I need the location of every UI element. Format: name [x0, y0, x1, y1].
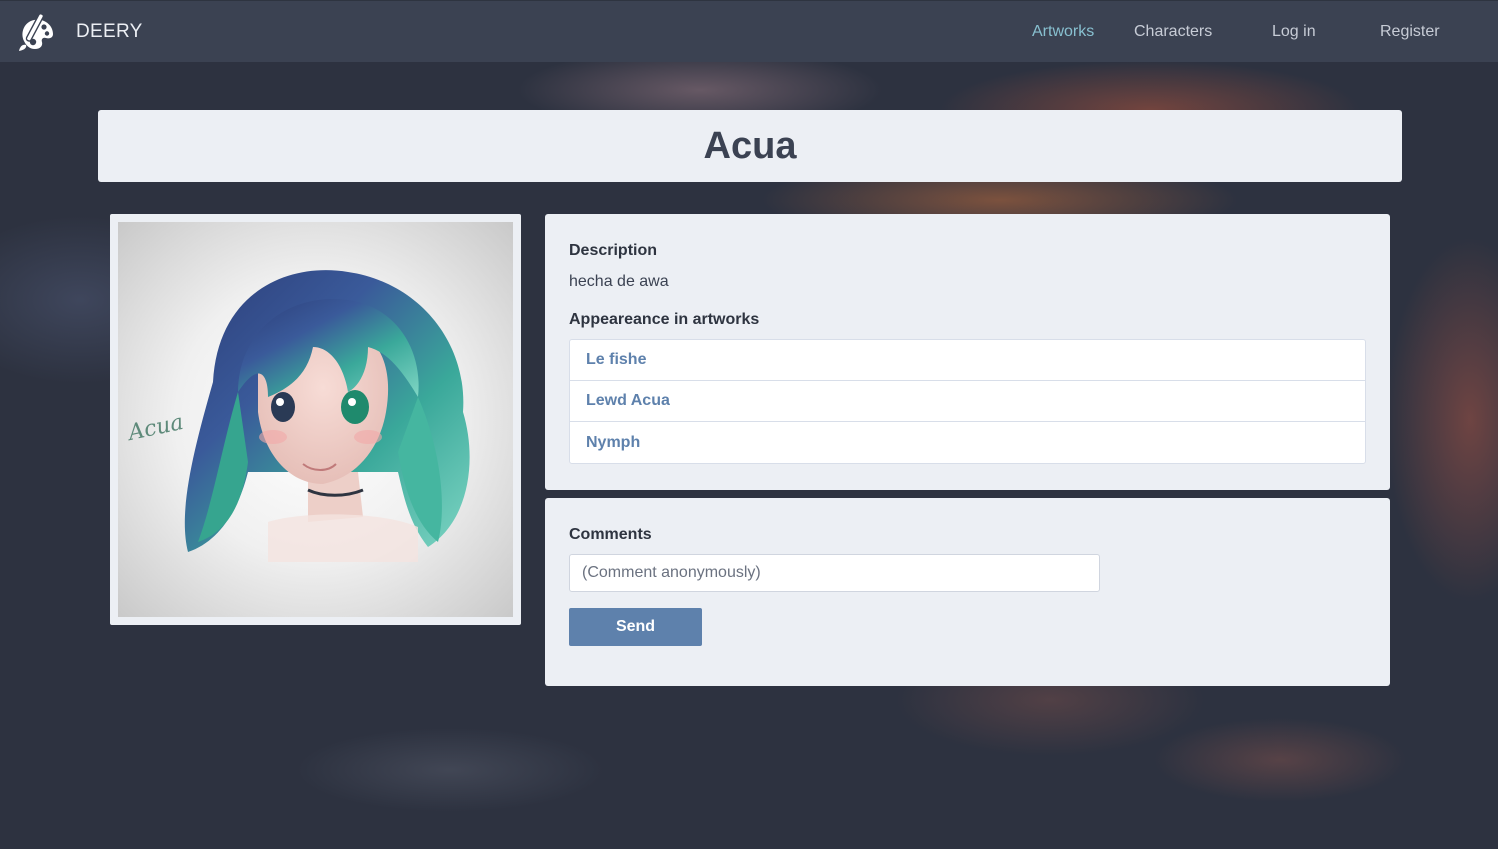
comments-label: Comments [569, 526, 652, 543]
list-item[interactable]: Le fishe [570, 340, 1365, 381]
appearances-label: Appeareance in artworks [569, 311, 760, 328]
brand-name: DEERY [76, 21, 143, 42]
description-label: Description [569, 242, 658, 259]
nav-link-register[interactable]: Register [1380, 23, 1440, 41]
artist-signature: Acua [124, 410, 185, 446]
artwork-link[interactable]: Le fishe [586, 351, 646, 369]
character-portrait-illustration: Acua [124, 270, 470, 562]
artwork-list: Le fishe Lewd Acua Nymph [569, 339, 1366, 464]
character-title-card: Acua [98, 110, 1402, 182]
list-item[interactable]: Nymph [570, 422, 1365, 463]
top-navbar: DEERY Artworks Characters Log in Registe… [0, 0, 1498, 62]
page-title: Acua [703, 124, 797, 167]
character-image-card: Acua [110, 214, 521, 625]
nav-link-artworks[interactable]: Artworks [1032, 23, 1094, 41]
paint-palette-brush-icon [19, 13, 53, 51]
nav-link-login[interactable]: Log in [1272, 23, 1316, 41]
artwork-link[interactable]: Nymph [586, 434, 640, 452]
nav-link-characters[interactable]: Characters [1134, 23, 1212, 41]
description-text: hecha de awa [569, 273, 669, 290]
comment-input[interactable] [569, 554, 1100, 592]
character-info-card: Description hecha de awa Appeareance in … [545, 214, 1390, 490]
list-item[interactable]: Lewd Acua [570, 381, 1365, 422]
artwork-link[interactable]: Lewd Acua [586, 392, 670, 410]
brand[interactable]: DEERY [16, 11, 143, 53]
send-button[interactable]: Send [569, 608, 702, 646]
character-image[interactable]: Acua [118, 222, 513, 617]
comments-card: Comments Send [545, 498, 1390, 686]
